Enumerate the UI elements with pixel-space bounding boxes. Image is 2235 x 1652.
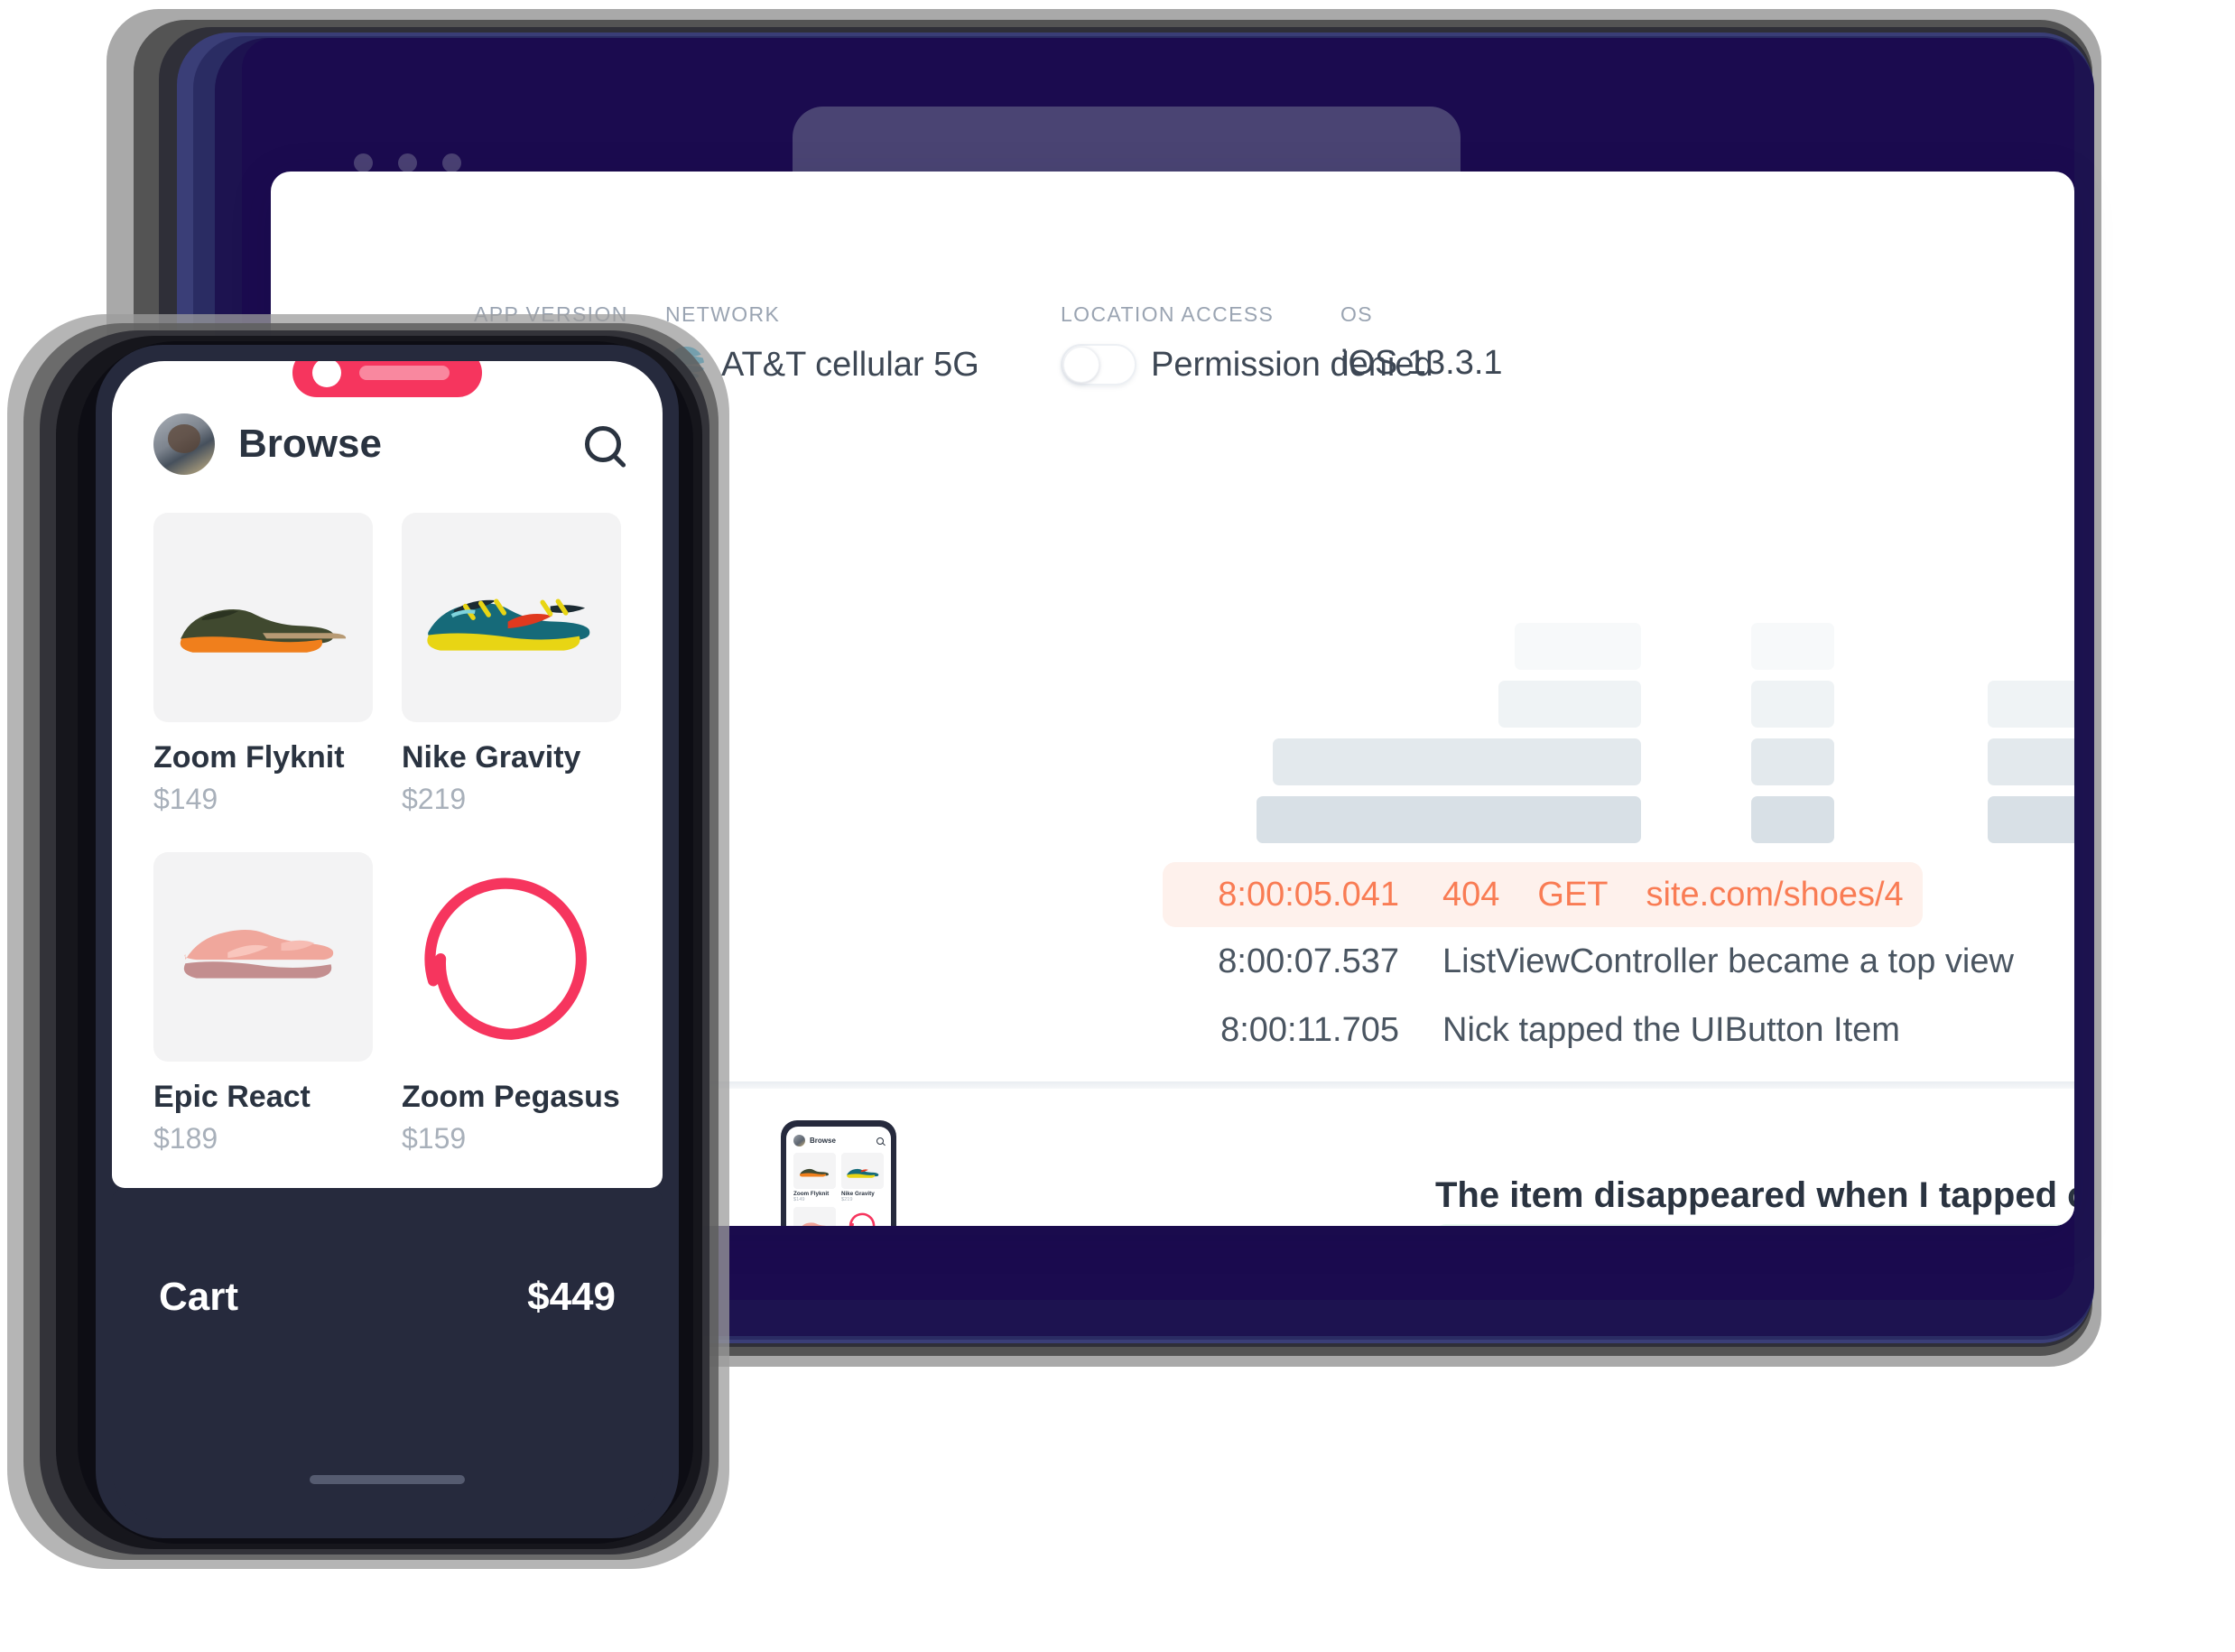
product-price: $219 (841, 1197, 853, 1202)
log-skeleton-placeholders (1228, 623, 2074, 849)
product-price: $149 (153, 783, 218, 815)
product-image-missing-zoom-pegasus (402, 852, 621, 1062)
os-text: iOS 13.3.1 (1340, 344, 1503, 382)
skeleton-cell (1988, 681, 2074, 728)
skeleton-cell (1988, 738, 2074, 785)
meta-app-version: APP VERSION 2.11 (474, 302, 628, 382)
bug-title: The item disappeared when I tapped on it (1435, 1175, 2074, 1215)
product-card[interactable]: Epic React $189 (153, 852, 373, 1181)
cart-total: $449 (527, 1275, 616, 1319)
product-price: $159 (402, 1122, 467, 1155)
search-icon (876, 1137, 884, 1145)
meta-os: OS iOS 13.3.1 (1340, 302, 1503, 382)
log-row-view[interactable]: 8:00:07.537 ListViewController became a … (1173, 927, 2074, 996)
thumbnail-header: Browse (793, 1135, 884, 1146)
meta-value-os: iOS 13.3.1 (1340, 344, 1503, 383)
product-image-missing (841, 1207, 884, 1226)
thumbnail-product: Zoom Pegasus $159 (841, 1207, 884, 1226)
network-text: AT&T cellular 5G (721, 345, 979, 384)
log-timestamp: 8:00:11.705 (1220, 1010, 1399, 1049)
skeleton-cell (1988, 796, 2074, 843)
product-price: $219 (402, 783, 467, 815)
log-timestamp: 8:00:07.537 (1218, 942, 1399, 980)
skeleton-cell (1257, 796, 1641, 843)
thumbnail-product: Epic React $189 (793, 1207, 836, 1226)
log-message: Nick tapped the UIButton Item (1442, 1010, 1900, 1049)
phone-screen: Browse Zoom Flyknit $149 Nike Gravity $2… (112, 361, 663, 1188)
record-dot-icon (312, 361, 341, 387)
log-list: 8:00:05.041 404 GET site.com/shoes/4 8:0… (1163, 862, 2074, 1064)
window-traffic-lights[interactable] (354, 153, 461, 172)
location-permission-toggle[interactable] (1061, 344, 1136, 385)
product-name: Zoom Flyknit (153, 740, 345, 775)
log-message: ListViewController became a top view (1442, 942, 2014, 980)
product-image (793, 1153, 836, 1189)
att-logo-icon (667, 346, 705, 384)
product-name: Zoom Flyknit (793, 1191, 830, 1197)
cart-label: Cart (159, 1275, 239, 1319)
home-indicator (310, 1475, 465, 1484)
user-avatar[interactable] (153, 413, 215, 475)
annotation-circle-icon (424, 877, 587, 1040)
thumbnail-product-grid: Zoom Flyknit $149 Nike Gravity $219 (793, 1153, 884, 1226)
cart-bar[interactable]: Cart $449 (112, 1188, 663, 1522)
product-price: $149 (793, 1197, 805, 1202)
skeleton-cell (1498, 681, 1641, 728)
thumbnail-screen: Browse Zoom Flyknit $149 Nike Gravity $2… (786, 1127, 891, 1226)
meta-network: NETWORK AT&T cellular 5G (665, 302, 979, 384)
avatar (793, 1135, 805, 1146)
thumbnail-title: Browse (810, 1137, 836, 1145)
skeleton-cell (1515, 623, 1641, 670)
window-dot-1[interactable] (354, 153, 373, 172)
product-image (841, 1153, 884, 1189)
product-price: $189 (153, 1122, 218, 1155)
thumbnail-product: Zoom Flyknit $149 (793, 1153, 836, 1202)
meta-label-app-version: APP VERSION (474, 302, 628, 326)
page-title: Browse (238, 422, 382, 466)
product-image-nike-gravity (402, 513, 621, 722)
bug-screenshot-thumbnail[interactable]: Browse Zoom Flyknit $149 Nike Gravity $2… (781, 1120, 896, 1226)
meta-label-os: OS (1340, 302, 1373, 326)
product-card[interactable]: Zoom Flyknit $149 (153, 513, 373, 841)
phone-mockup: Browse Zoom Flyknit $149 Nike Gravity $2… (96, 345, 679, 1538)
skeleton-cell (1751, 738, 1834, 785)
product-name: Nike Gravity (402, 740, 581, 775)
window-dot-3[interactable] (442, 153, 461, 172)
meta-label-network: NETWORK (665, 302, 781, 326)
screenshot-stage: APP VERSION 2.11 NETWORK (0, 0, 2235, 1652)
meta-location-access: LOCATION ACCESS Permission denied (1061, 302, 1433, 385)
product-name: Nike Gravity (841, 1191, 875, 1197)
toggle-knob (1063, 347, 1099, 383)
log-status-code: 404 (1442, 875, 1500, 914)
skeleton-cell (1751, 681, 1834, 728)
log-row-tap[interactable]: 8:00:11.705 Nick tapped the UIButton Ite… (1173, 996, 2074, 1064)
annotation-circle-icon (849, 1212, 876, 1226)
thumbnail-product: Nike Gravity $219 (841, 1153, 884, 1202)
meta-label-location-access: LOCATION ACCESS (1061, 302, 1275, 326)
meta-value-network: AT&T cellular 5G (665, 344, 979, 385)
skeleton-cell (1751, 623, 1834, 670)
product-image-zoom-flyknit (153, 513, 373, 722)
product-card[interactable]: Nike Gravity $219 (402, 513, 621, 841)
search-icon[interactable] (585, 426, 621, 462)
skeleton-cell (1273, 738, 1641, 785)
device-meta-strip: APP VERSION 2.11 NETWORK (474, 302, 1846, 420)
log-timestamp: 8:00:05.041 (1218, 875, 1399, 914)
dynamic-island-recording-pill[interactable] (292, 361, 482, 397)
log-url: site.com/shoes/4 (1646, 875, 1904, 914)
record-progress-bar (359, 366, 450, 380)
window-dot-2[interactable] (398, 153, 417, 172)
product-name: Zoom Pegasus (402, 1080, 620, 1114)
product-grid: Zoom Flyknit $149 Nike Gravity $219 Epic… (112, 513, 663, 1188)
shake-invoked-badge[interactable]: Nick invoked Shake and reported this bug (1433, 1224, 2074, 1226)
product-image (793, 1207, 836, 1226)
product-card[interactable]: Zoom Pegasus $159 (402, 852, 621, 1181)
skeleton-cell (1751, 796, 1834, 843)
log-http-method: GET (1537, 875, 1609, 914)
product-name: Epic React (153, 1080, 311, 1114)
product-image-epic-react (153, 852, 373, 1062)
log-row-network-error[interactable]: 8:00:05.041 404 GET site.com/shoes/4 (1163, 862, 1923, 927)
